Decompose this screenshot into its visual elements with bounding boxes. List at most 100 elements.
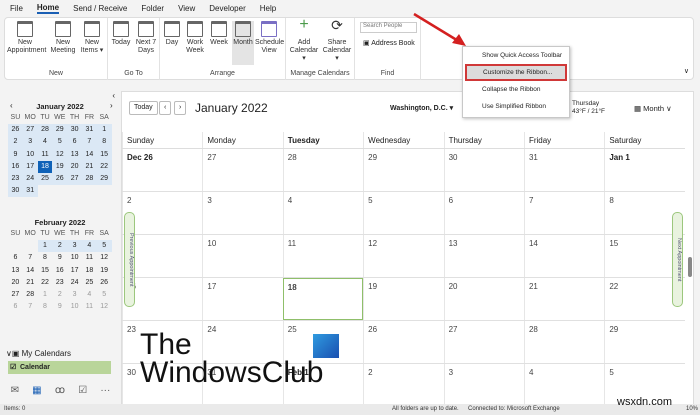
scrollbar[interactable] [688, 257, 692, 277]
mini-day[interactable]: 3 [22, 136, 38, 149]
mini-day[interactable]: 23 [52, 277, 67, 289]
day-cell[interactable]: 12 [363, 235, 443, 277]
menu-send-receive[interactable]: Send / Receive [73, 4, 127, 13]
mini-day[interactable]: 7 [81, 136, 97, 149]
menu-file[interactable]: File [10, 4, 23, 13]
mini-day[interactable]: 1 [37, 240, 53, 253]
location-dropdown[interactable]: Washington, D.C. ▾ [390, 104, 453, 112]
mini-day[interactable]: 28 [37, 124, 53, 137]
day-cell[interactable]: 29 [604, 321, 684, 363]
mini-day[interactable]: 5 [52, 136, 68, 149]
menu-collapse-ribbon[interactable]: Collapse the Ribbon [463, 81, 569, 98]
mini-day[interactable]: 1 [38, 289, 53, 301]
day-cell[interactable]: 3 [202, 192, 282, 234]
mini-day[interactable]: 31 [81, 124, 97, 137]
day-cell[interactable]: Dec 26 [122, 149, 202, 191]
mini-day[interactable] [52, 185, 67, 197]
day-cell[interactable]: 28 [523, 321, 604, 363]
mini-day[interactable]: 25 [37, 172, 53, 186]
next-button[interactable]: › [174, 101, 187, 115]
next-7-days-button[interactable]: Next 7 Days [134, 21, 158, 55]
month-view-button[interactable]: Month [232, 21, 254, 65]
mini-day[interactable]: 21 [81, 160, 97, 173]
mini-day[interactable]: 22 [38, 277, 53, 289]
menu-view[interactable]: View [178, 4, 195, 13]
mini-day[interactable]: 25 [82, 277, 97, 289]
mini-day[interactable]: 6 [67, 136, 82, 149]
mini-day[interactable]: 13 [67, 148, 82, 161]
day-cell[interactable]: 31 [523, 149, 604, 191]
my-calendars-group[interactable]: ∨▣ My Calendars [6, 349, 71, 358]
mini-day[interactable] [23, 240, 38, 252]
menu-folder[interactable]: Folder [141, 4, 164, 13]
mini-day[interactable]: 11 [82, 301, 97, 313]
mini-day[interactable]: 26 [97, 277, 112, 289]
mini-day[interactable]: 2 [52, 289, 67, 301]
calendar-icon[interactable]: ▦ [32, 385, 41, 396]
day-view-button[interactable]: Day [162, 21, 182, 47]
work-week-button[interactable]: Work Week [184, 21, 206, 55]
mini-day[interactable]: 10 [67, 252, 82, 264]
day-cell[interactable]: 29 [363, 149, 443, 191]
mini-day[interactable]: 8 [38, 301, 53, 313]
day-cell[interactable]: 3 [443, 364, 524, 406]
mini-day[interactable]: 14 [81, 148, 97, 161]
menu-help[interactable]: Help [260, 4, 276, 13]
mini-day[interactable]: 27 [8, 289, 23, 301]
mini-day[interactable]: 2 [52, 240, 68, 253]
mini-day[interactable]: 30 [8, 185, 23, 198]
mini-day[interactable]: 15 [96, 148, 112, 161]
mini-day[interactable] [38, 185, 53, 197]
mini-day[interactable]: 10 [22, 148, 38, 161]
mini-day[interactable]: 22 [96, 160, 112, 173]
mini-day[interactable]: 29 [52, 124, 68, 137]
day-cell[interactable]: 11 [282, 235, 363, 277]
ribbon-expand-icon[interactable]: ∨ [684, 67, 689, 75]
day-cell[interactable]: 7 [523, 192, 604, 234]
menu-developer[interactable]: Developer [209, 4, 245, 13]
day-cell[interactable]: 17 [202, 278, 282, 320]
address-book-button[interactable]: ▣ Address Book [363, 39, 415, 47]
mini-day[interactable]: 6 [8, 252, 23, 264]
mini-day[interactable]: 31 [22, 185, 38, 198]
mini-day[interactable]: 10 [67, 301, 82, 313]
previous-appointment-tab[interactable]: Previous Appointment [124, 212, 135, 307]
prev-button[interactable]: ‹ [159, 101, 172, 115]
mini-day[interactable] [8, 240, 23, 252]
mini-day[interactable]: 6 [8, 301, 23, 313]
mini-day[interactable]: 24 [67, 277, 82, 289]
mini-day[interactable]: 3 [67, 289, 82, 301]
mini-day[interactable]: 5 [96, 240, 112, 253]
mini-day[interactable]: 16 [8, 160, 23, 173]
day-cell[interactable]: 30 [443, 149, 524, 191]
next-appointment-tab[interactable]: Next Appointment [672, 212, 683, 307]
day-cell[interactable]: 6 [443, 192, 524, 234]
calendar-item[interactable]: ☑ Calendar [8, 361, 111, 374]
mini-day[interactable]: 20 [8, 277, 23, 289]
day-cell[interactable]: Jan 1 [604, 149, 684, 191]
mini-day[interactable]: 9 [52, 301, 67, 313]
mini-day[interactable]: 17 [22, 160, 38, 173]
menu-customize-ribbon[interactable]: Customize the Ribbon... [465, 64, 567, 81]
mini-day[interactable]: 8 [96, 136, 112, 149]
day-cell[interactable]: 4 [282, 192, 363, 234]
mini-day[interactable]: 19 [52, 160, 68, 173]
new-appointment-button[interactable]: New Appointment [7, 21, 46, 55]
mini-day[interactable]: 28 [23, 289, 38, 301]
mini-day[interactable]: 12 [97, 301, 112, 313]
day-cell[interactable]: 13 [443, 235, 524, 277]
day-cell[interactable]: 14 [523, 235, 604, 277]
day-cell[interactable]: 27 [443, 321, 524, 363]
day-cell[interactable]: 2 [363, 364, 443, 406]
new-items-button[interactable]: New Items ▾ [79, 21, 105, 55]
mail-icon[interactable]: ✉ [11, 385, 19, 396]
day-cell[interactable]: 19 [363, 278, 443, 320]
day-cell[interactable]: 20 [443, 278, 524, 320]
mini-day[interactable]: 7 [23, 301, 38, 313]
share-calendar-button[interactable]: ⟳ Share Calendar ▾ [321, 18, 353, 63]
mini-day[interactable]: 7 [23, 252, 38, 264]
week-view-button[interactable]: Week [208, 21, 230, 47]
menu-show-quick-access-toolbar[interactable]: Show Quick Access Toolbar [463, 47, 569, 64]
mini-day[interactable]: 2 [8, 136, 23, 149]
menu-home[interactable]: Home [36, 3, 60, 14]
